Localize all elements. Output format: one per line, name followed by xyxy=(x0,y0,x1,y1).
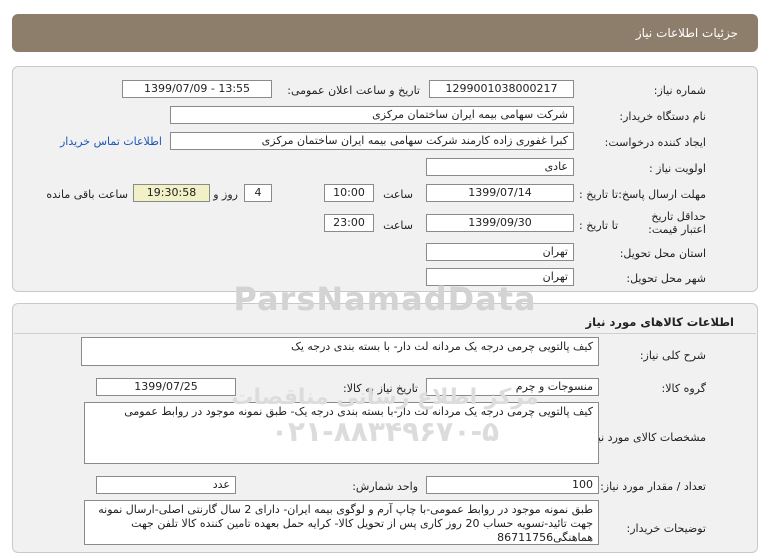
need-date-field: 1399/07/25 xyxy=(96,378,236,396)
deadline-time-field: 10:00 xyxy=(324,184,374,202)
priority-label: اولویت نیاز : xyxy=(648,162,706,175)
goods-section-title: اطلاعات کالاهای مورد نیاز xyxy=(585,315,734,329)
days-remaining-field: 4 xyxy=(244,184,272,202)
specs-field: کیف پالتویی چرمی درجه یک مردانه لت دار-ب… xyxy=(84,402,599,464)
buyer-org-label: نام دستگاه خریدار: xyxy=(619,110,706,123)
summary-label: شرح کلی نیاز: xyxy=(639,349,706,362)
remaining-time-label: ساعت باقی مانده xyxy=(46,188,128,201)
unit-label: واحد شمارش: xyxy=(352,480,418,493)
validity-to-date-label: تا تاریخ : xyxy=(579,219,618,232)
province-label: استان محل تحویل: xyxy=(619,247,706,260)
announce-label: تاریخ و ساعت اعلان عمومی: xyxy=(287,84,420,97)
buyer-notes-label: توضیحات خریدار: xyxy=(626,522,707,535)
city-field: تهران xyxy=(426,268,574,286)
requester-label: ایجاد کننده درخواست: xyxy=(604,136,706,149)
requester-field: کبرا غفوری زاده کارمند شرکت سهامی بیمه ا… xyxy=(170,132,574,150)
specs-label: مشخصات کالای مورد نیاز: xyxy=(585,431,706,444)
need-number-label: شماره نیاز: xyxy=(653,84,706,97)
buyer-contact-link[interactable]: اطلاعات تماس خریدار xyxy=(60,135,162,148)
announce-field: 1399/07/09 - 13:55 xyxy=(122,80,272,98)
deadline-label: مهلت ارسال پاسخ: xyxy=(618,188,706,201)
validity-label: حداقل تاریخ اعتبار قیمت: xyxy=(648,210,706,236)
quantity-label: تعداد / مقدار مورد نیاز: xyxy=(600,480,706,493)
deadline-time-label: ساعت xyxy=(383,188,413,201)
goods-group-label: گروه کالا: xyxy=(661,382,706,395)
days-label: روز و xyxy=(213,188,238,201)
validity-date-field: 1399/09/30 xyxy=(426,214,574,232)
page-header: جزئیات اطلاعات نیاز xyxy=(12,14,758,52)
buyer-notes-field: طبق نمونه موجود در روابط عمومی-با چاپ آر… xyxy=(84,500,599,545)
deadline-to-date-label: تا تاریخ : xyxy=(579,188,618,201)
summary-field: کیف پالتویی چرمی درجه یک مردانه لت دار- … xyxy=(81,337,599,366)
need-date-label: تاریخ نیاز به کالا: xyxy=(343,382,418,395)
goods-group-field: منسوجات و چرم xyxy=(426,378,599,396)
city-label: شهر محل تحویل: xyxy=(626,272,706,285)
deadline-date-field: 1399/07/14 xyxy=(426,184,574,202)
province-field: تهران xyxy=(426,243,574,261)
quantity-field: 100 xyxy=(426,476,599,494)
validity-time-label: ساعت xyxy=(383,219,413,232)
unit-field: عدد xyxy=(96,476,236,494)
remaining-time-field: 19:30:58 xyxy=(133,184,210,202)
validity-time-field: 23:00 xyxy=(324,214,374,232)
goods-section-divider xyxy=(14,333,756,334)
need-number-field: 1299001038000217 xyxy=(429,80,574,98)
buyer-org-field: شرکت سهامی بیمه ایران ساختمان مرکزی xyxy=(170,106,574,124)
priority-field: عادی xyxy=(426,158,574,176)
page-title: جزئیات اطلاعات نیاز xyxy=(635,26,738,40)
